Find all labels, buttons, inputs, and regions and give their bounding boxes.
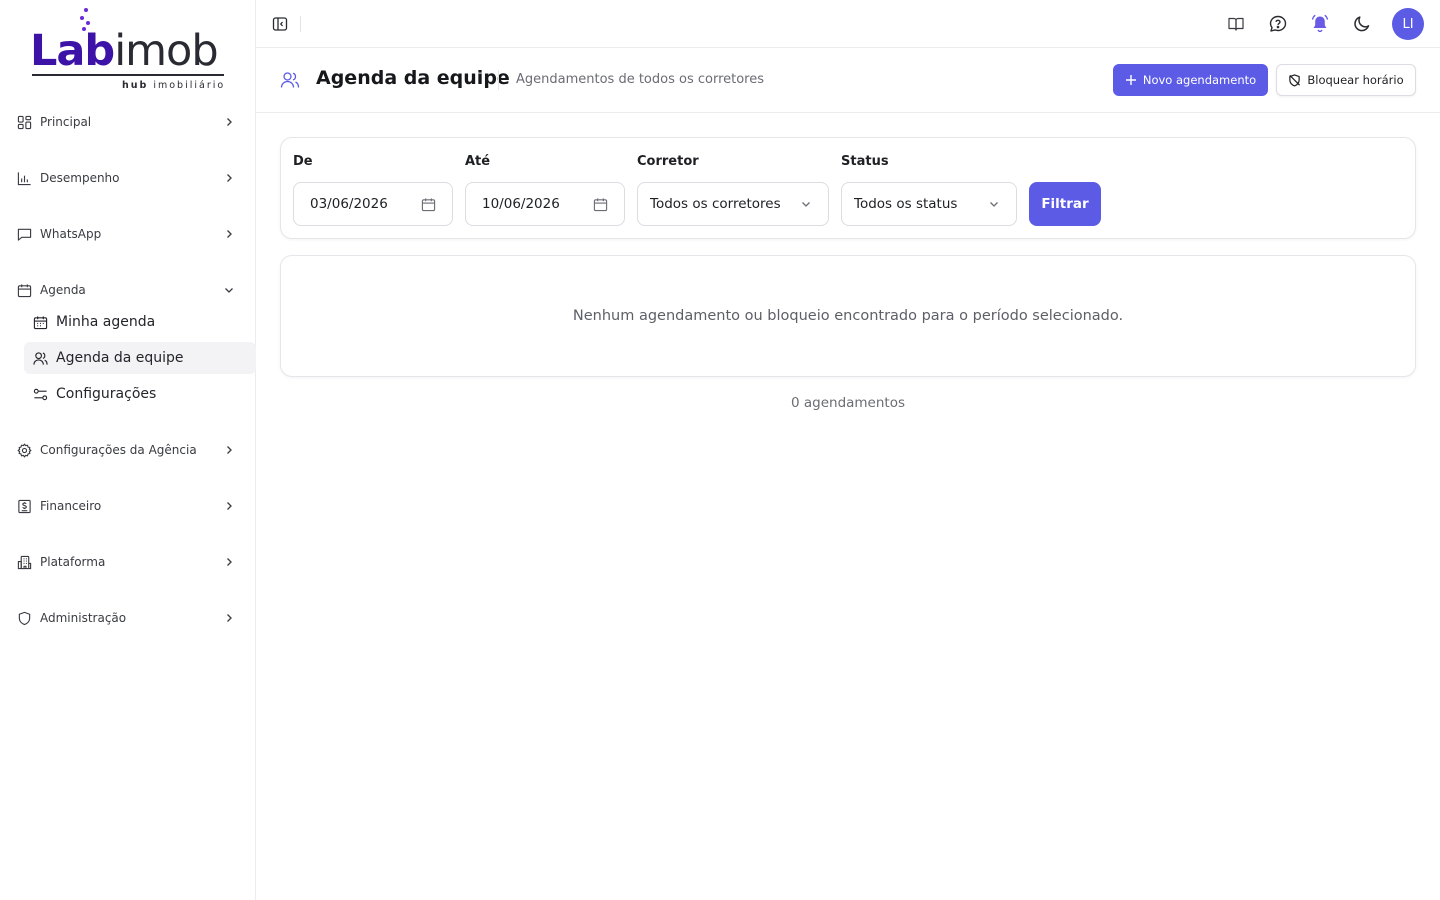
logo-tagline: hub imobiliário	[122, 80, 226, 91]
top-bar: LI	[256, 0, 1440, 48]
chevron-right-icon	[222, 115, 236, 129]
shield-icon	[16, 610, 32, 626]
page-subtitle: Agendamentos de todos os corretores	[516, 72, 765, 87]
sidebar-item-agenda[interactable]: Agenda	[16, 278, 240, 302]
shield-off-icon	[1288, 73, 1301, 87]
top-separator	[300, 16, 301, 32]
chevron-down-icon	[222, 283, 236, 297]
sliders-icon	[32, 386, 48, 402]
moon-icon[interactable]	[1346, 8, 1378, 40]
sidebar-item-configuracoes-agencia[interactable]: Configurações da Agência	[16, 438, 240, 462]
new-appointment-button[interactable]: Novo agendamento	[1113, 64, 1268, 96]
from-date-input[interactable]: 03/06/2026	[293, 182, 453, 226]
status-label: Status	[841, 154, 889, 169]
logo-underline	[32, 74, 224, 76]
appointments-list: Nenhum agendamento ou bloqueio encontrad…	[280, 255, 1416, 377]
chevron-right-icon	[222, 227, 236, 241]
chevron-right-icon	[222, 171, 236, 185]
sidebar-item-plataforma[interactable]: Plataforma	[16, 550, 240, 574]
status-select[interactable]: Todos os status	[841, 182, 1017, 226]
chevron-right-icon	[222, 555, 236, 569]
help-chat-icon[interactable]	[1262, 8, 1294, 40]
to-label: Até	[465, 154, 491, 169]
calendar-icon	[32, 314, 48, 330]
sidebar-toggle-icon[interactable]	[270, 14, 290, 34]
users-icon	[32, 350, 48, 366]
chevron-right-icon	[222, 611, 236, 625]
broker-label: Corretor	[637, 154, 699, 169]
bar-chart-icon	[16, 170, 32, 186]
empty-state-message: Nenhum agendamento ou bloqueio encontrad…	[572, 308, 1124, 324]
calendar-icon	[16, 282, 32, 298]
sidebar-item-whatsapp[interactable]: WhatsApp	[16, 222, 240, 246]
filter-button[interactable]: Filtrar	[1029, 182, 1101, 226]
calendar-icon	[420, 196, 436, 212]
sidebar-subitem-configuracoes[interactable]: Configurações	[24, 378, 256, 410]
appointments-count: 0 agendamentos	[790, 395, 906, 411]
page-title: Agenda da equipe	[316, 67, 510, 89]
logo-wordmark: Labimob	[30, 26, 219, 76]
user-avatar[interactable]: LI	[1392, 8, 1424, 40]
grid-icon	[16, 114, 32, 130]
block-time-button[interactable]: Bloquear horário	[1276, 64, 1416, 96]
bell-icon[interactable]	[1304, 8, 1336, 40]
building-icon	[16, 554, 32, 570]
sidebar-subitem-minha-agenda[interactable]: Minha agenda	[24, 306, 256, 338]
message-icon	[16, 226, 32, 242]
brand-logo[interactable]: Labimob hub imobiliário	[30, 8, 230, 98]
sidebar-item-desempenho[interactable]: Desempenho	[16, 166, 240, 190]
sidebar-item-administracao[interactable]: Administração	[16, 606, 240, 630]
gear-icon	[16, 442, 32, 458]
filter-card: De 03/06/2026 Até 10/06/2026 Corretor To…	[280, 137, 1416, 239]
calendar-icon	[592, 196, 608, 212]
page-header: Agenda da equipe Agendamentos de todos o…	[256, 48, 1440, 113]
book-icon[interactable]	[1220, 8, 1252, 40]
broker-select[interactable]: Todos os corretores	[637, 182, 829, 226]
chevron-down-icon	[986, 196, 1002, 212]
chevron-down-icon	[798, 196, 814, 212]
from-label: De	[293, 154, 313, 169]
sidebar-item-principal[interactable]: Principal	[16, 110, 240, 134]
users-icon	[280, 70, 300, 90]
to-date-input[interactable]: 10/06/2026	[465, 182, 625, 226]
header-separator	[498, 70, 499, 90]
chevron-right-icon	[222, 443, 236, 457]
sidebar: Labimob hub imobiliário Principal Desemp…	[0, 0, 256, 900]
sidebar-item-financeiro[interactable]: Financeiro	[16, 494, 240, 518]
sidebar-subitem-agenda-da-equipe[interactable]: Agenda da equipe	[24, 342, 256, 374]
top-actions: LI	[1210, 8, 1424, 40]
receipt-icon	[16, 498, 32, 514]
chevron-right-icon	[222, 499, 236, 513]
plus-icon	[1125, 74, 1137, 86]
